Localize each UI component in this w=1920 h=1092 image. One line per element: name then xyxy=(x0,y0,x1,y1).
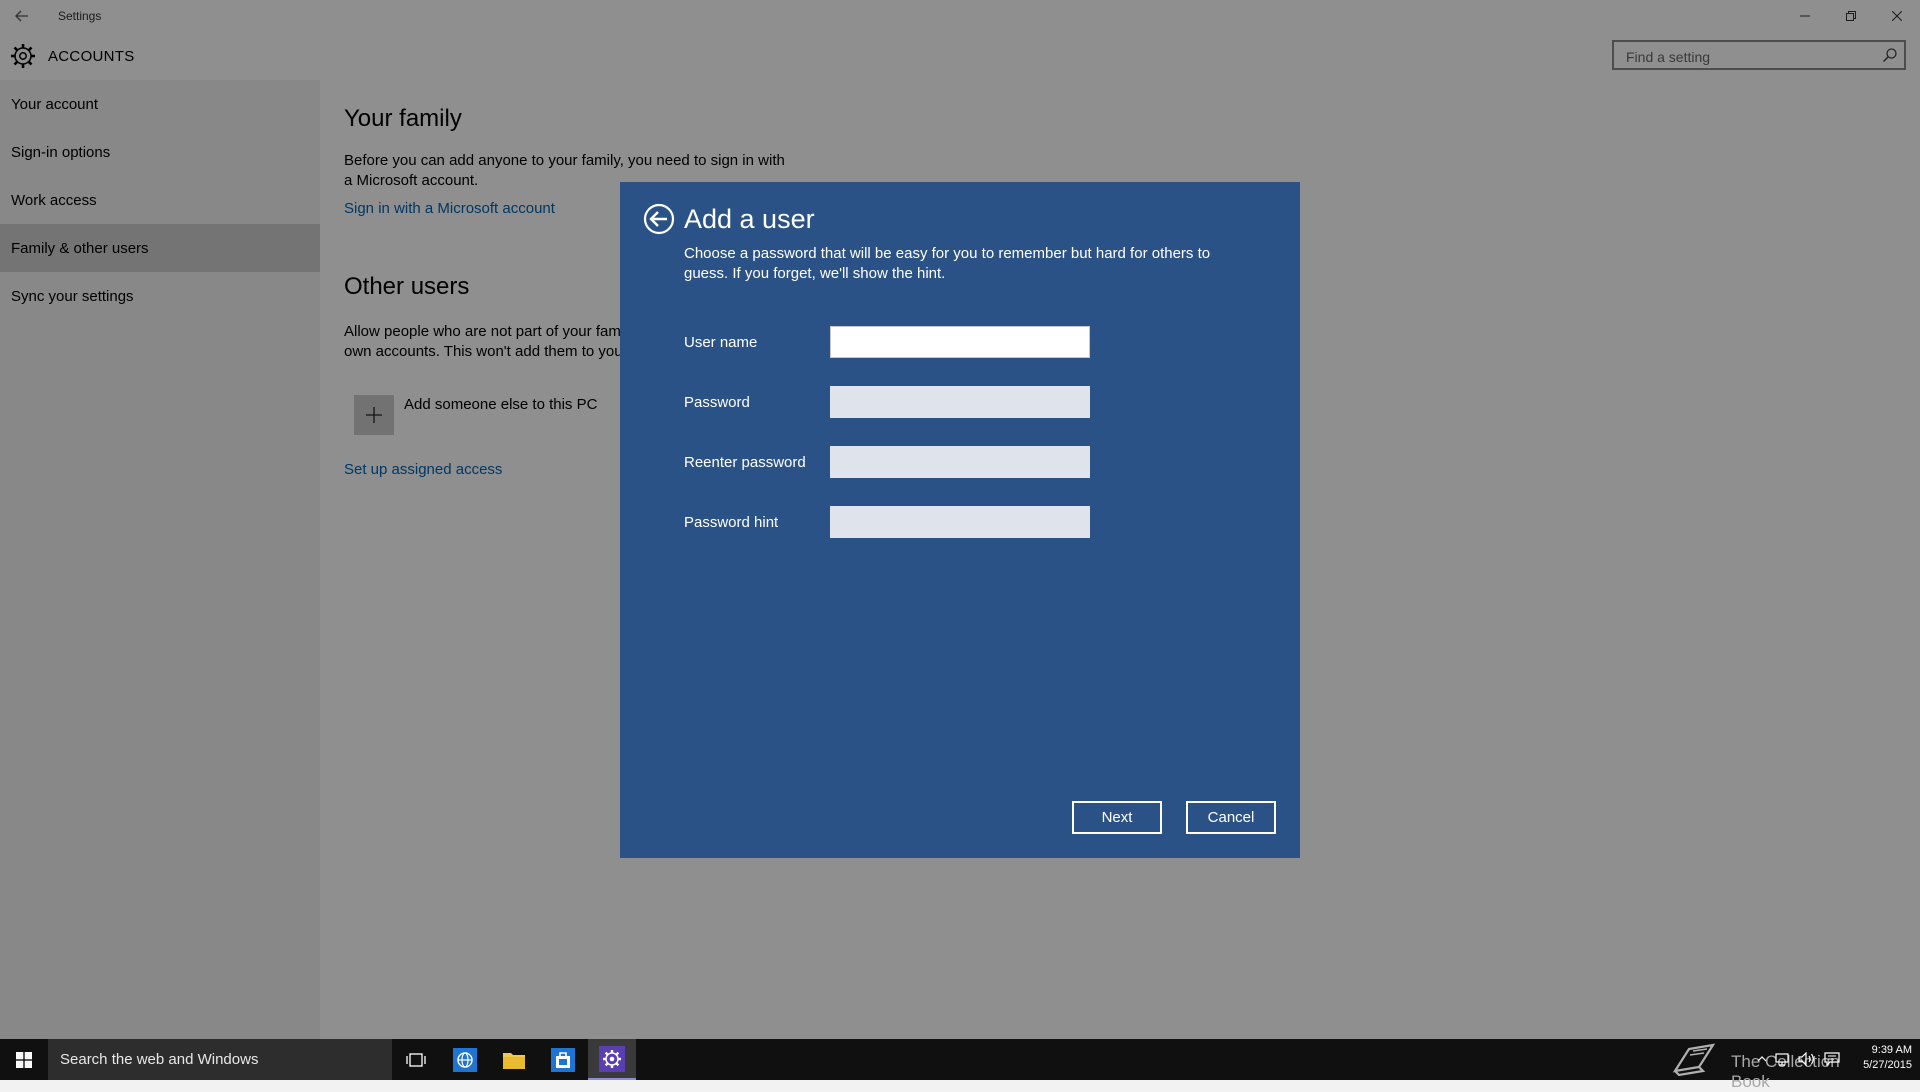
clock-time: 9:39 AM xyxy=(1871,1044,1912,1056)
network-tray-button[interactable] xyxy=(1773,1049,1793,1069)
start-button[interactable] xyxy=(0,1039,48,1080)
globe-icon xyxy=(453,1047,477,1072)
reenter-password-label: Reenter password xyxy=(684,454,806,471)
add-user-dialog: Add a user Choose a password that will b… xyxy=(620,182,1300,858)
dialog-description: Choose a password that will be easy for … xyxy=(684,245,1211,282)
task-view-button[interactable] xyxy=(392,1039,440,1080)
notifications-tray-button[interactable] xyxy=(1822,1049,1842,1069)
volume-tray-button[interactable] xyxy=(1797,1049,1817,1069)
book-logo-icon xyxy=(1672,1043,1716,1077)
folder-icon xyxy=(503,1052,525,1069)
taskbar-search-text: Search the web and Windows xyxy=(60,1051,259,1068)
chevron-up-icon xyxy=(1757,1056,1767,1062)
username-field[interactable] xyxy=(830,326,1090,358)
browser-taskbar-button[interactable] xyxy=(441,1039,489,1080)
action-center-icon xyxy=(1824,1052,1840,1066)
taskbar-search[interactable]: Search the web and Windows xyxy=(48,1039,392,1080)
taskbar-clock[interactable]: 9:39 AM 5/27/2015 xyxy=(1852,1043,1912,1073)
dialog-title: Add a user xyxy=(684,204,815,234)
task-view-icon xyxy=(406,1052,426,1067)
taskbar: Search the web and Windows The Collectio… xyxy=(0,1039,1920,1091)
next-button[interactable]: Next xyxy=(1072,801,1162,834)
store-taskbar-button[interactable] xyxy=(539,1039,587,1080)
password-label: Password xyxy=(684,394,750,411)
volume-icon xyxy=(1798,1052,1814,1066)
network-icon xyxy=(1775,1053,1789,1066)
show-hidden-icons-button[interactable] xyxy=(1752,1049,1772,1069)
file-explorer-taskbar-button[interactable] xyxy=(490,1039,538,1080)
clock-date: 5/27/2015 xyxy=(1863,1059,1912,1071)
username-label: User name xyxy=(684,334,758,351)
store-bag-icon xyxy=(551,1047,575,1072)
back-circle-icon[interactable] xyxy=(643,203,675,235)
password-hint-label: Password hint xyxy=(684,514,779,531)
windows-logo-icon xyxy=(16,1051,32,1068)
cancel-button[interactable]: Cancel xyxy=(1186,801,1276,834)
reenter-password-field[interactable] xyxy=(830,446,1090,478)
password-hint-field[interactable] xyxy=(830,506,1090,538)
password-field[interactable] xyxy=(830,386,1090,418)
settings-taskbar-button[interactable] xyxy=(588,1039,636,1080)
settings-gear-icon xyxy=(599,1045,625,1072)
